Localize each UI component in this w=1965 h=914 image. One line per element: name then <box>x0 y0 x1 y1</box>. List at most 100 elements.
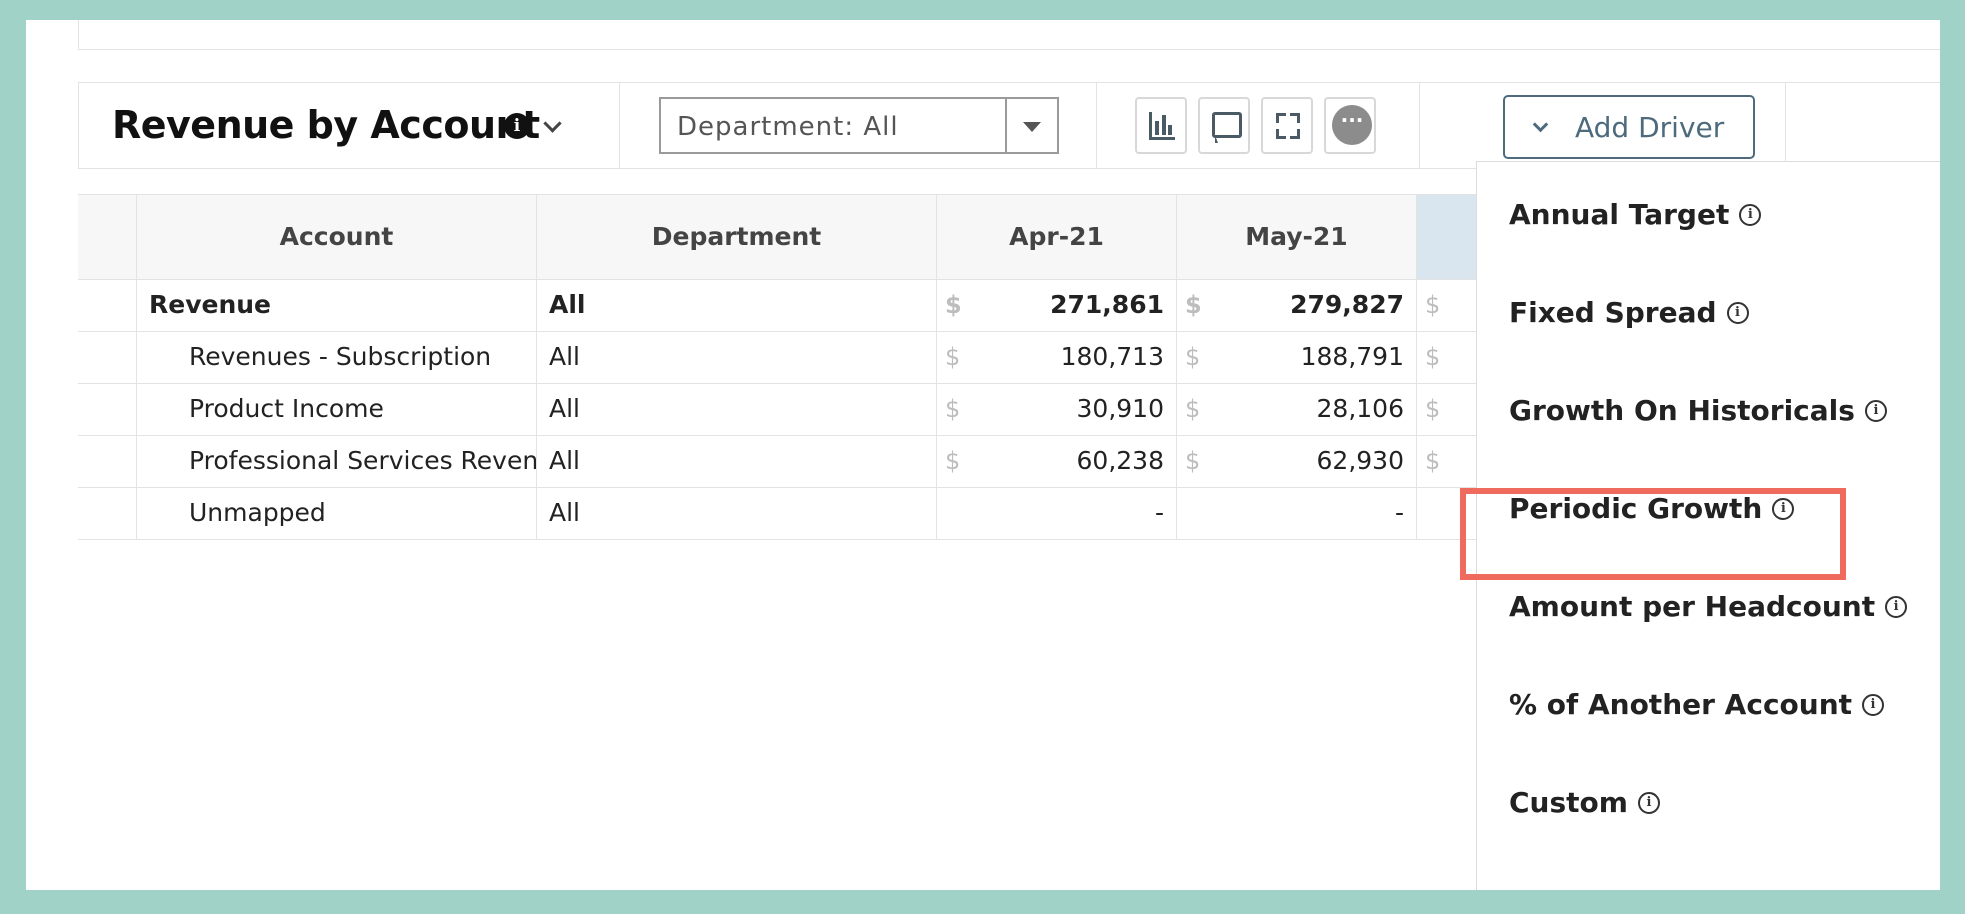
apr-21-cell[interactable]: $180,713 <box>936 331 1176 383</box>
cell-value: 279,827 <box>1290 290 1404 319</box>
add-driver-button[interactable]: Add Driver <box>1503 95 1755 159</box>
comment-tail <box>1215 135 1218 143</box>
row-handle <box>78 435 136 487</box>
info-icon[interactable]: i <box>1885 595 1908 618</box>
cell-value: 188,791 <box>1300 342 1404 371</box>
currency-symbol: $ <box>945 343 961 371</box>
menu-item-fixed-spread[interactable]: Fixed Spread i <box>1509 296 1749 329</box>
row-handle <box>78 487 136 539</box>
menu-item-label: Amount per Headcount <box>1509 590 1876 623</box>
info-icon[interactable]: i <box>1862 693 1885 716</box>
account-cell: Professional Services Reven... <box>136 435 536 487</box>
info-icon[interactable]: i <box>504 113 530 139</box>
row-handle-header <box>78 195 136 279</box>
department-filter-select[interactable]: Department: All <box>659 97 1059 154</box>
caret-down-icon <box>1023 122 1041 132</box>
menu-item-amount-per-headcount[interactable]: Amount per Headcount i <box>1509 590 1908 623</box>
currency-symbol: $ <box>1185 291 1202 319</box>
table-row[interactable]: Professional Services Reven... All $60,238… <box>78 435 1498 488</box>
account-cell: Unmapped <box>136 487 536 539</box>
fullscreen-button[interactable] <box>1261 97 1313 154</box>
currency-symbol: $ <box>1425 447 1441 475</box>
menu-item-label: Custom <box>1509 786 1628 819</box>
currency-symbol: $ <box>1185 395 1201 423</box>
menu-item-custom[interactable]: Custom i <box>1509 786 1660 819</box>
highlight-box <box>1460 488 1846 580</box>
apr-21-cell[interactable]: - <box>936 487 1176 539</box>
department-cell: All <box>536 487 936 539</box>
currency-symbol: $ <box>945 395 961 423</box>
chevron-down-icon[interactable] <box>543 114 562 133</box>
may-21-cell[interactable]: $28,106 <box>1176 383 1416 435</box>
info-icon[interactable]: i <box>1637 791 1660 814</box>
menu-item-annual-target[interactable]: Annual Target i <box>1509 198 1762 231</box>
divider <box>619 83 620 168</box>
department-cell: All <box>536 383 936 435</box>
currency-symbol: $ <box>945 447 961 475</box>
column-header-apr-21[interactable]: Apr-21 <box>936 195 1176 279</box>
column-header-account[interactable]: Account <box>136 195 536 279</box>
table-row[interactable]: Revenue All $271,861 $279,827 $ <box>78 279 1498 332</box>
cell-value: 62,930 <box>1316 446 1404 475</box>
menu-item-label: Annual Target <box>1509 198 1730 231</box>
table-row[interactable]: Product Income All $30,910 $28,106 $ <box>78 383 1498 436</box>
more-options-button[interactable]: ··· <box>1324 97 1376 154</box>
divider <box>1785 83 1786 168</box>
department-cell: All <box>536 331 936 383</box>
cell-value: - <box>1394 498 1404 527</box>
info-icon[interactable]: i <box>1864 399 1887 422</box>
menu-item-label: % of Another Account <box>1509 688 1853 721</box>
row-handle <box>78 279 136 331</box>
widget-title: Revenue by Account <box>112 103 540 147</box>
cell-value: 28,106 <box>1316 394 1404 423</box>
cell-value: 271,861 <box>1050 290 1164 319</box>
apr-21-cell[interactable]: $271,861 <box>936 279 1176 331</box>
column-header-may-21[interactable]: May-21 <box>1176 195 1416 279</box>
widget-header: Revenue by Account i Department: All ···… <box>78 82 1940 169</box>
may-21-cell[interactable]: $279,827 <box>1176 279 1416 331</box>
chart-view-button[interactable] <box>1135 97 1187 154</box>
account-cell: Revenues - Subscription <box>136 331 536 383</box>
account-cell: Product Income <box>136 383 536 435</box>
more-icon: ··· <box>1332 105 1372 145</box>
row-handle <box>78 383 136 435</box>
apr-21-cell[interactable]: $30,910 <box>936 383 1176 435</box>
cell-value: - <box>1154 498 1164 527</box>
select-divider <box>1005 99 1007 152</box>
report-canvas: Revenue by Account i Department: All ···… <box>26 20 1940 890</box>
cell-value: 180,713 <box>1060 342 1164 371</box>
department-cell: All <box>536 279 936 331</box>
table-header-row: Account Department Apr-21 May-21 <box>78 194 1498 280</box>
account-cell: Revenue <box>136 279 536 331</box>
column-header-department[interactable]: Department <box>536 195 936 279</box>
currency-symbol: $ <box>945 291 962 319</box>
apr-21-cell[interactable]: $60,238 <box>936 435 1176 487</box>
table-row[interactable]: Revenues - Subscription All $180,713 $188,7… <box>78 331 1498 384</box>
row-handle <box>78 331 136 383</box>
previous-widget-edge <box>78 20 1940 50</box>
divider <box>1096 83 1097 168</box>
cell-value: 60,238 <box>1076 446 1164 475</box>
department-filter-value: Department: All <box>677 112 899 142</box>
comment-button[interactable] <box>1198 97 1250 154</box>
currency-symbol: $ <box>1425 395 1441 423</box>
may-21-cell[interactable]: $188,791 <box>1176 331 1416 383</box>
bar-chart-icon <box>1149 112 1175 140</box>
menu-item-percent-of-another-account[interactable]: % of Another Account i <box>1509 688 1885 721</box>
info-icon[interactable]: i <box>1726 301 1749 324</box>
department-cell: All <box>536 435 936 487</box>
cell-value: 30,910 <box>1076 394 1164 423</box>
info-icon[interactable]: i <box>1739 203 1762 226</box>
may-21-cell[interactable]: $62,930 <box>1176 435 1416 487</box>
menu-item-label: Fixed Spread <box>1509 296 1717 329</box>
currency-symbol: $ <box>1425 291 1441 319</box>
add-driver-label: Add Driver <box>1575 111 1725 144</box>
menu-item-label: Growth On Historicals <box>1509 394 1855 427</box>
chevron-down-icon <box>1532 116 1549 133</box>
menu-item-growth-on-historicals[interactable]: Growth On Historicals i <box>1509 394 1887 427</box>
currency-symbol: $ <box>1185 447 1201 475</box>
currency-symbol: $ <box>1185 343 1201 371</box>
may-21-cell[interactable]: - <box>1176 487 1416 539</box>
currency-symbol: $ <box>1425 343 1441 371</box>
table-row[interactable]: Unmapped All - - <box>78 487 1498 540</box>
